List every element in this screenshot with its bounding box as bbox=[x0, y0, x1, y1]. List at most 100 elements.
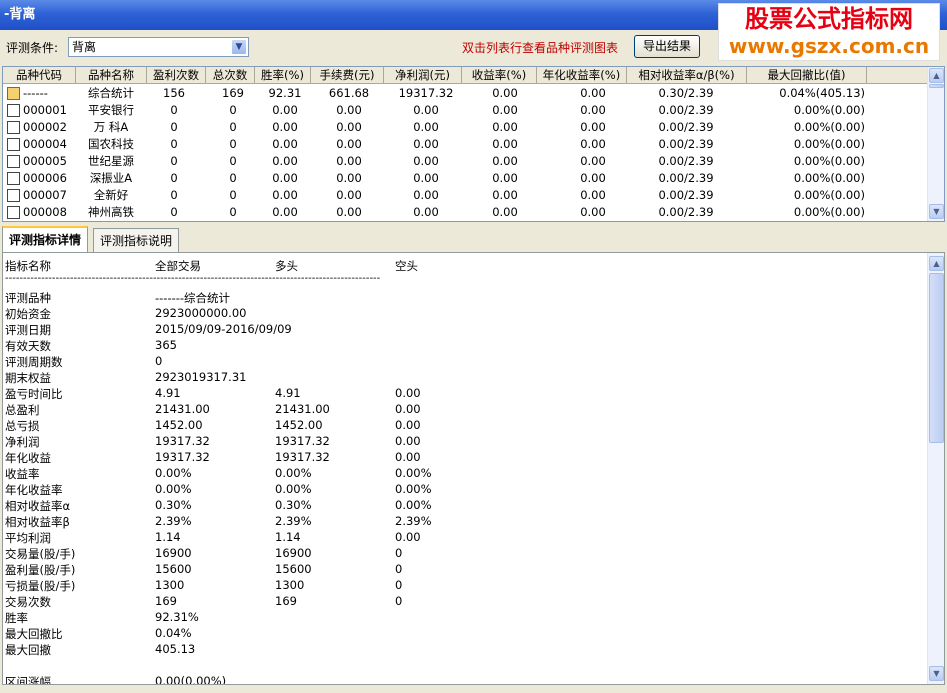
scroll-up-icon[interactable]: ▲ bbox=[929, 256, 944, 271]
table-cell: 0.00 bbox=[580, 137, 606, 151]
metric-name: 有效天数 bbox=[5, 339, 51, 353]
metric-value: 0.00% bbox=[155, 466, 192, 480]
metric-name: 盈利量(股/手) bbox=[5, 563, 76, 577]
scroll-down-icon[interactable]: ▼ bbox=[929, 666, 944, 681]
metric-value: 0 bbox=[395, 546, 403, 560]
scroll-thumb[interactable] bbox=[929, 273, 944, 443]
metric-value: 169 bbox=[275, 594, 297, 608]
table-cell: 世纪星源 bbox=[88, 154, 134, 168]
table-cell: 0.00 bbox=[336, 137, 362, 151]
metric-value: 0.00% bbox=[155, 482, 192, 496]
grid-column-header[interactable]: 盈利次数 bbox=[147, 67, 206, 84]
table-row[interactable]: 000007 全新好 0 0 0.00 0.00 0.00 0.00 0.00 0.00/2.39… bbox=[3, 187, 929, 204]
metric-value: 0.00 bbox=[395, 450, 421, 464]
metric-value: 1452.00 bbox=[275, 418, 323, 432]
table-row[interactable]: 000004 国农科技 0 0 0.00 0.00 0.00 0.00 0.00 0.00/2.3… bbox=[3, 136, 929, 153]
table-cell: 156 bbox=[163, 86, 185, 100]
metric-value: 0.00(0.00%) bbox=[155, 674, 227, 685]
metric-value: 2.39% bbox=[395, 514, 432, 528]
metric-value: 0.00 bbox=[395, 434, 421, 448]
table-cell: 0 bbox=[229, 188, 237, 202]
table-cell: 0.00 bbox=[492, 205, 518, 219]
metric-value: 0 bbox=[155, 354, 163, 368]
table-cell: 0.00 bbox=[580, 188, 606, 202]
document-icon bbox=[7, 104, 20, 117]
table-row[interactable]: 000001 平安银行 0 0 0.00 0.00 0.00 0.00 0.00 0.00/2.3… bbox=[3, 102, 929, 119]
metric-name: 最大回撤比 bbox=[5, 627, 63, 641]
table-cell: 0.00/2.39 bbox=[658, 188, 714, 202]
tab-indicator-description[interactable]: 评测指标说明 bbox=[93, 228, 180, 252]
table-cell: 000001 bbox=[23, 103, 67, 117]
table-cell: 0.30/2.39 bbox=[658, 86, 714, 100]
metric-name: 盈亏时间比 bbox=[5, 387, 63, 401]
metric-value: 2.39% bbox=[275, 514, 312, 528]
table-cell: 0.00%(0.00) bbox=[793, 154, 865, 168]
grid-column-header[interactable]: 净利润(元) bbox=[384, 67, 462, 84]
grid-column-header[interactable]: 胜率(%) bbox=[255, 67, 311, 84]
export-button[interactable]: 导出结果 bbox=[634, 35, 700, 58]
scroll-down-icon[interactable]: ▼ bbox=[929, 204, 944, 219]
metric-name: 最大回撤 bbox=[5, 643, 51, 657]
table-cell: 0.00 bbox=[580, 103, 606, 117]
detail-column-header: 全部交易 bbox=[155, 259, 201, 273]
table-cell: 0 bbox=[170, 103, 178, 117]
metric-value: 0 bbox=[395, 562, 403, 576]
grid-column-header[interactable]: 年化收益率(%) bbox=[537, 67, 627, 84]
table-cell: 0.00 bbox=[580, 205, 606, 219]
results-grid[interactable]: 品种代码 品种名称 盈利次数 总次数 胜率(%) 手续费(元) 净利润(元) 收益率(%) 年化… bbox=[2, 66, 945, 222]
metric-value: 0.00 bbox=[395, 418, 421, 432]
criteria-select[interactable]: 背离 ▼ bbox=[68, 37, 249, 57]
document-icon bbox=[7, 189, 20, 202]
table-row[interactable]: 000005 世纪星源 0 0 0.00 0.00 0.00 0.00 0.00 0.00/2.3… bbox=[3, 153, 929, 170]
table-cell: 0.00/2.39 bbox=[658, 103, 714, 117]
table-cell: 0.04%(405.13) bbox=[779, 86, 865, 100]
table-cell: 0.00 bbox=[336, 188, 362, 202]
table-cell: 0.00 bbox=[336, 120, 362, 134]
table-cell: 0.00 bbox=[580, 154, 606, 168]
table-cell: 000005 bbox=[23, 154, 67, 168]
table-cell: 0.00 bbox=[413, 205, 439, 219]
scroll-up-icon[interactable]: ▲ bbox=[929, 68, 944, 83]
grid-column-header[interactable]: 品种名称 bbox=[76, 67, 147, 84]
table-row[interactable]: ------ 综合统计 156 169 92.31 661.68 19317.32 0.00 0… bbox=[3, 85, 929, 102]
table-cell: 0.00%(0.00) bbox=[793, 103, 865, 117]
table-cell: 000004 bbox=[23, 137, 67, 151]
grid-column-header[interactable]: 品种代码 bbox=[3, 67, 76, 84]
table-cell: 0.00/2.39 bbox=[658, 171, 714, 185]
metric-name: 评测日期 bbox=[5, 323, 51, 337]
metric-value: 1.14 bbox=[155, 530, 181, 544]
metric-value: 0.30% bbox=[275, 498, 312, 512]
grid-column-header[interactable]: 相对收益率α/β(%) bbox=[627, 67, 747, 84]
metric-value: 92.31% bbox=[155, 610, 199, 624]
metric-name: 平均利润 bbox=[5, 531, 51, 545]
metric-value: 2.39% bbox=[155, 514, 192, 528]
table-cell: 661.68 bbox=[328, 86, 370, 100]
metric-value: 1300 bbox=[155, 578, 185, 592]
grid-column-header[interactable]: 手续费(元) bbox=[311, 67, 384, 84]
metric-value: 4.91 bbox=[155, 386, 181, 400]
table-cell: 0.00%(0.00) bbox=[793, 205, 865, 219]
table-cell: 0 bbox=[170, 137, 178, 151]
table-row[interactable]: 000002 万 科A 0 0 0.00 0.00 0.00 0.00 0.00 0.00/2.3… bbox=[3, 119, 929, 136]
table-cell: 神州高铁 bbox=[88, 205, 134, 219]
detail-scrollbar[interactable]: ▲ ▼ bbox=[927, 253, 944, 684]
chevron-down-icon[interactable]: ▼ bbox=[231, 39, 247, 55]
metric-value: 19317.32 bbox=[155, 450, 210, 464]
table-cell: 0 bbox=[170, 154, 178, 168]
criteria-label: 评测条件: bbox=[6, 41, 59, 55]
tab-indicator-details[interactable]: 评测指标详情 bbox=[2, 226, 89, 253]
grid-column-header[interactable]: 总次数 bbox=[206, 67, 255, 84]
table-cell: 0.00/2.39 bbox=[658, 154, 714, 168]
metric-value: 4.91 bbox=[275, 386, 301, 400]
table-cell: 0.00/2.39 bbox=[658, 120, 714, 134]
grid-scrollbar[interactable]: ▲ ▼ bbox=[927, 67, 944, 221]
scroll-thumb[interactable] bbox=[929, 84, 944, 88]
metric-value: 21431.00 bbox=[155, 402, 210, 416]
grid-column-header[interactable]: 最大回撤比(值) bbox=[747, 67, 867, 84]
grid-column-header[interactable]: 收益率(%) bbox=[462, 67, 537, 84]
table-cell: 0 bbox=[170, 120, 178, 134]
grid-header: 品种代码 品种名称 盈利次数 总次数 胜率(%) 手续费(元) 净利润(元) 收益率(%) 年化… bbox=[3, 67, 929, 84]
table-row[interactable]: 000008 神州高铁 0 0 0.00 0.00 0.00 0.00 0.00 0.00/2.3… bbox=[3, 204, 929, 221]
table-cell: 0 bbox=[170, 171, 178, 185]
table-row[interactable]: 000006 深振业A 0 0 0.00 0.00 0.00 0.00 0.00 0.00/2.3… bbox=[3, 170, 929, 187]
